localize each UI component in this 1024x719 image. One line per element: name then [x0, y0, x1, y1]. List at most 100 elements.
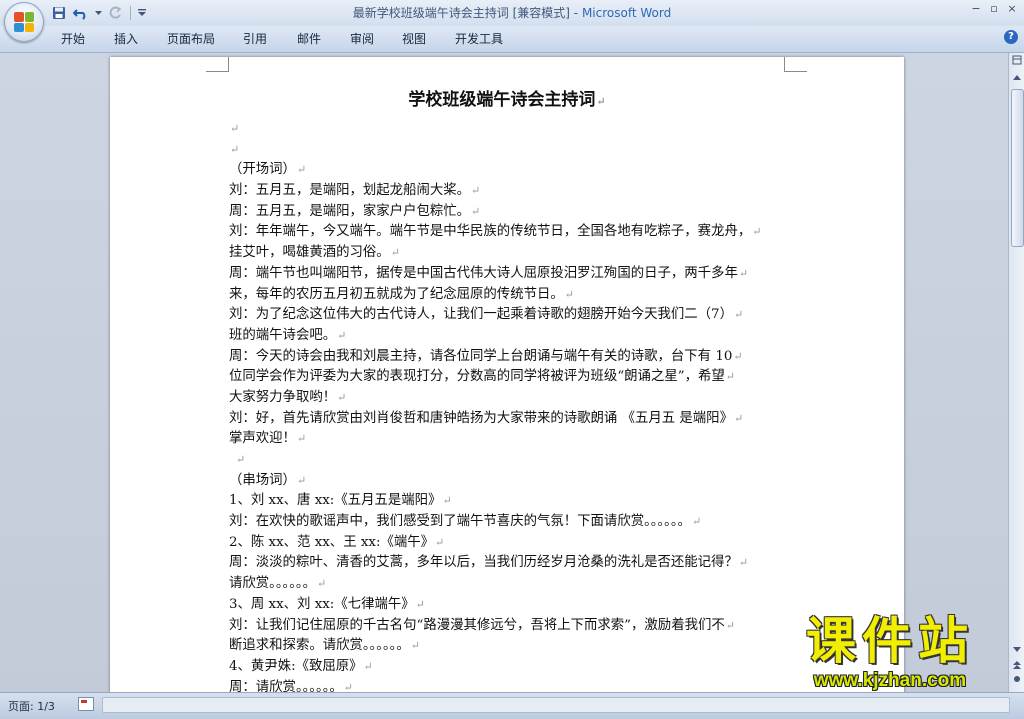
tab-view[interactable]: 视图: [402, 30, 426, 48]
scroll-up-button[interactable]: [1010, 71, 1024, 85]
paragraph-mark: ↵: [343, 680, 354, 692]
document-line: ↵: [229, 119, 789, 140]
circle-icon: [1014, 676, 1020, 682]
document-line: 3、周 xx、刘 xx:《七律端午》↵: [229, 595, 789, 616]
paragraph-mark: ↵: [733, 411, 744, 425]
redo-button[interactable]: [106, 4, 124, 22]
paragraph-mark: ↵: [725, 618, 735, 632]
paragraph-mark: ↵: [337, 390, 347, 404]
watermark-url: www.kjzhan.com: [813, 670, 967, 691]
document-line: 掌声欢迎！↵: [229, 429, 789, 450]
previous-page-button[interactable]: [1010, 660, 1024, 674]
document-line-text: 刘：让我们记住屈原的千古名句“路漫漫其修远兮，吾将上下而求索”，激励着我们不: [229, 617, 725, 633]
paragraph-mark: ↵: [296, 473, 307, 487]
document-line-text: 周：端午节也叫端阳节，据传是中国古代伟大诗人屈原投汨罗江殉国的日子，两千多年: [229, 265, 738, 281]
undo-dropdown[interactable]: [94, 4, 102, 22]
title-bar: 最新学校班级端午诗会主持词 [兼容模式] - Microsoft Word − …: [0, 0, 1024, 26]
document-line: ↵: [229, 140, 789, 161]
document-line-text: 位同学会作为评委为大家的表现打分，分数高的同学将被评为班级“朗诵之星”，希望: [229, 369, 725, 385]
paragraph-mark: ↵: [738, 556, 749, 570]
minimize-button[interactable]: −: [968, 2, 984, 16]
window-controls: − ▫ ×: [968, 2, 1020, 16]
window-title-app: Microsoft Word: [581, 6, 672, 20]
tab-mailings[interactable]: 邮件: [297, 30, 321, 48]
view-ruler-button[interactable]: [1010, 55, 1024, 69]
document-line: 1、刘 xx、唐 xx:《五月五是端阳》↵: [229, 491, 789, 512]
document-line: 2、陈 xx、范 xx、王 xx:《端午》↵: [229, 533, 789, 554]
scrollbar-thumb[interactable]: [1011, 89, 1024, 247]
tab-home[interactable]: 开始: [61, 30, 85, 48]
document-line-text: 挂艾叶，喝雄黄酒的习俗。: [229, 245, 390, 261]
help-button[interactable]: ?: [1004, 30, 1018, 44]
document-line: 周：端午节也叫端阳节，据传是中国古代伟大诗人屈原投汨罗江殉国的日子，两千多年↵: [229, 264, 789, 285]
tab-developer[interactable]: 开发工具: [455, 30, 503, 48]
document-line: （串场词）↵: [229, 471, 789, 492]
window-title-separator: -: [569, 6, 582, 20]
paragraph-mark: ↵: [471, 204, 481, 218]
tab-review[interactable]: 审阅: [350, 30, 374, 48]
document-line-text: 刘：在欢快的歌谣声中，我们感受到了端午节喜庆的气氛！下面请欣赏。。。。。。: [229, 514, 691, 530]
document-body: ↵ ↵ （开场词）↵ 刘：五月五，是端阳，划起龙船闹大桨。↵ 周：五月五，是端阳，家家户…: [229, 119, 789, 692]
paragraph-mark: ↵: [733, 349, 743, 363]
document-line: 周：五月五，是端阳，家家户户包粽忙。↵: [229, 202, 789, 223]
office-button[interactable]: [4, 2, 44, 42]
document-line-text: 来，每年的农历五月初五就成为了纪念屈原的传统节日。: [229, 286, 564, 302]
tab-page-layout[interactable]: 页面布局: [167, 30, 215, 48]
select-browse-object-button[interactable]: [1010, 674, 1024, 688]
horizontal-scrollbar[interactable]: [102, 697, 1010, 713]
document-line: （开场词）↵: [229, 160, 789, 181]
document-line: 来，每年的农历五月初五就成为了纪念屈原的传统节日。↵: [229, 285, 789, 306]
vertical-scrollbar[interactable]: [1008, 53, 1024, 692]
paragraph-mark: ↵: [752, 225, 762, 239]
paragraph-mark: ↵: [733, 308, 744, 322]
customize-icon: [138, 9, 146, 16]
status-page-number[interactable]: 页面: 1/3: [8, 698, 55, 714]
document-line-text: 刘：年年端午，今又端午。端午节是中华民族的传统节日，全国各地有吃粽子，赛龙舟，: [229, 224, 752, 240]
document-line-text: 断追求和探索。请欣赏。。。。。。: [229, 638, 410, 654]
quick-access-toolbar: [50, 4, 147, 22]
paragraph-mark: ↵: [596, 95, 606, 108]
document-line-text: （串场词）: [229, 472, 296, 488]
document-line: 刘：为了纪念这位伟大的古代诗人，让我们一起乘着诗歌的翅膀开始今天我们二（7）↵: [229, 305, 789, 326]
paragraph-mark: ↵: [564, 287, 574, 301]
document-title: 学校班级端午诗会主持词↵: [110, 85, 904, 110]
document-title-text: 学校班级端午诗会主持词: [408, 90, 596, 110]
scroll-down-button[interactable]: [1010, 644, 1024, 658]
undo-button[interactable]: [72, 4, 90, 22]
document-line: 刘：五月五，是端阳，划起龙船闹大桨。↵: [229, 181, 789, 202]
document-line: 断追求和探索。请欣赏。。。。。。↵: [229, 636, 789, 657]
document-line-text: （开场词）: [229, 162, 296, 178]
document-line-text: 周：淡淡的粽叶、清香的艾蒿，多年以后，当我们历经岁月沧桑的洗礼是否还能记得？: [229, 555, 738, 571]
document-workspace: 学校班级端午诗会主持词↵ ↵ ↵ （开场词）↵ 刘：五月五，是端阳，划起龙船闹大桨。↵…: [0, 53, 1008, 692]
restore-button[interactable]: ▫: [986, 2, 1002, 16]
tab-insert[interactable]: 插入: [114, 30, 138, 48]
document-line: 刘：年年端午，今又端午。端午节是中华民族的传统节日，全国各地有吃粽子，赛龙舟，↵: [229, 222, 789, 243]
document-page[interactable]: 学校班级端午诗会主持词↵ ↵ ↵ （开场词）↵ 刘：五月五，是端阳，划起龙船闹大桨。↵…: [110, 57, 904, 692]
paragraph-mark: ↵: [738, 266, 749, 280]
document-line: 刘：让我们记住屈原的千古名句“路漫漫其修远兮，吾将上下而求索”，激励着我们不↵: [229, 616, 789, 637]
macro-record-icon[interactable]: [78, 697, 94, 711]
document-line-text: 大家努力争取哟！: [229, 389, 337, 405]
crop-mark-top-right: [784, 57, 807, 72]
arrow-down-icon: [1013, 647, 1021, 652]
paragraph-mark: ↵: [236, 453, 246, 466]
document-line: 大家努力争取哟！↵: [229, 388, 789, 409]
undo-icon: [73, 9, 86, 20]
document-line: 周：淡淡的粽叶、清香的艾蒿，多年以后，当我们历经岁月沧桑的洗礼是否还能记得？↵: [229, 553, 789, 574]
document-line: 刘：好，首先请欣赏由刘肖俊哲和唐钟皓扬为大家带来的诗歌朗诵 《五月五 是端阳》↵: [229, 409, 789, 430]
paragraph-mark: ↵: [471, 184, 481, 198]
tab-references[interactable]: 引用: [243, 30, 267, 48]
qat-separator: [130, 6, 131, 20]
document-line: 4、黄尹姝:《致屈原》↵: [229, 657, 789, 678]
document-line-text: 请欣赏。。。。。。: [229, 576, 317, 592]
paragraph-mark: ↵: [435, 535, 445, 549]
document-line-text: 1、刘 xx、唐 xx:《五月五是端阳》: [229, 493, 442, 509]
watermark-logo-text: 课件站: [806, 612, 974, 670]
save-icon: [53, 7, 65, 19]
paragraph-mark: ↵: [230, 122, 240, 135]
document-line-text: 刘：好，首先请欣赏由刘肖俊哲和唐钟皓扬为大家带来的诗歌朗诵 《五月五 是端阳》: [229, 410, 733, 426]
customize-qat-button[interactable]: [137, 4, 147, 22]
ruler-icon: [1012, 55, 1022, 65]
save-button[interactable]: [50, 4, 68, 22]
close-button[interactable]: ×: [1004, 2, 1020, 16]
